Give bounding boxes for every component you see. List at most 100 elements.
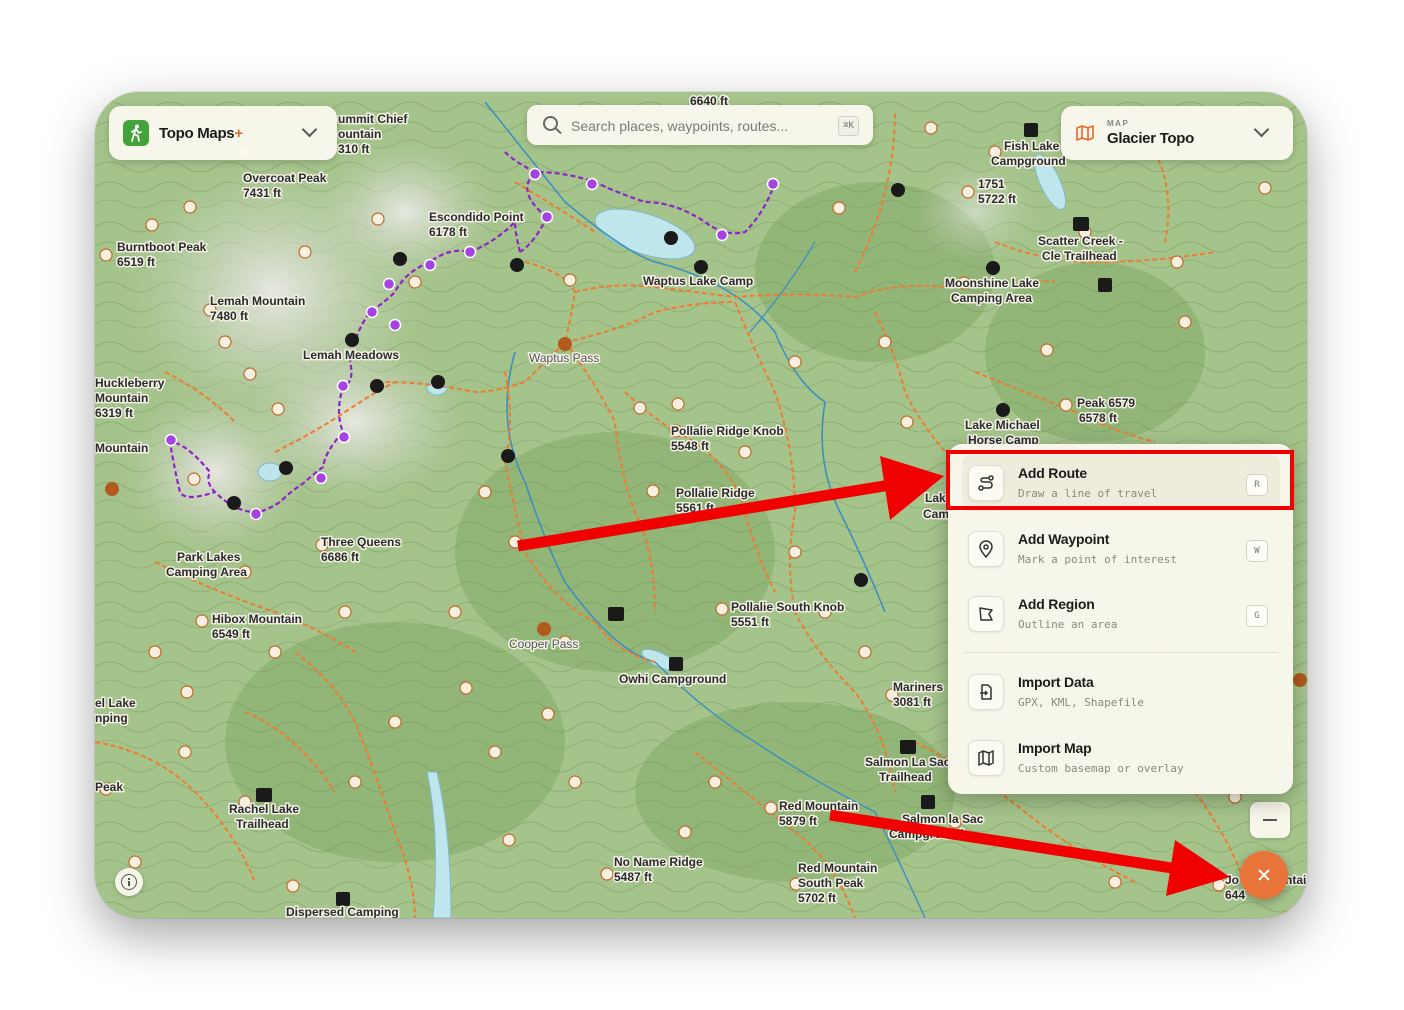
svg-text:6686 ft: 6686 ft — [321, 550, 359, 564]
svg-text:6178 ft: 6178 ft — [429, 225, 467, 239]
svg-text:ntai: ntai — [1285, 873, 1306, 887]
svg-text:Mountain: Mountain — [95, 441, 148, 455]
search-input[interactable] — [569, 114, 823, 138]
svg-text:ummit Chief: ummit Chief — [338, 112, 408, 126]
svg-text:5551 ft: 5551 ft — [731, 615, 769, 629]
menu-item-subtitle: GPX, KML, Shapefile — [1018, 696, 1144, 709]
svg-text:Camping Area: Camping Area — [951, 291, 1032, 305]
svg-text:Moonshine Lake: Moonshine Lake — [945, 276, 1039, 290]
svg-text:3081 ft: 3081 ft — [893, 695, 931, 709]
svg-text:Salmon la Sac: Salmon la Sac — [902, 812, 984, 826]
svg-text:Dispersed Camping: Dispersed Camping — [286, 905, 399, 918]
chevron-down-icon — [301, 121, 318, 138]
menu-item-subtitle: Outline an area — [1018, 618, 1118, 631]
svg-text:Scatter Creek -: Scatter Creek - — [1038, 234, 1123, 248]
menu-item-subtitle: Mark a point of interest — [1018, 553, 1177, 566]
shortcut-key: G — [1246, 605, 1268, 627]
svg-text:Mariners: Mariners — [893, 680, 943, 694]
svg-text:Camping Area: Camping Area — [166, 565, 247, 579]
svg-text:5879 ft: 5879 ft — [779, 814, 817, 828]
svg-text:Peak 6579: Peak 6579 — [1077, 396, 1135, 410]
svg-text:6578 ft: 6578 ft — [1079, 411, 1117, 425]
svg-text:Cle Trailhead: Cle Trailhead — [1042, 249, 1117, 263]
svg-text:Lak: Lak — [925, 491, 946, 505]
svg-text:Jo: Jo — [1225, 873, 1239, 887]
app-plus-badge: + — [234, 125, 243, 142]
pin-icon — [968, 531, 1004, 567]
svg-text:Huckleberry: Huckleberry — [95, 376, 165, 390]
svg-text:No Name Ridge: No Name Ridge — [614, 855, 703, 869]
svg-text:6319 ft: 6319 ft — [95, 406, 133, 420]
map-icon — [968, 740, 1004, 776]
svg-text:Waptus Pass: Waptus Pass — [529, 351, 599, 365]
map-icon — [1076, 125, 1094, 141]
svg-text:310 ft: 310 ft — [338, 142, 369, 156]
svg-text:Overcoat Peak: Overcoat Peak — [243, 171, 327, 185]
menu-item-label: Add Waypoint — [1018, 531, 1110, 547]
menu-item-import-data[interactable]: Import Data GPX, KML, Shapefile — [962, 664, 1280, 720]
svg-text:6549 ft: 6549 ft — [212, 627, 250, 641]
svg-text:Red Mountain: Red Mountain — [798, 861, 877, 875]
svg-text:Cooper Pass: Cooper Pass — [509, 637, 578, 651]
menu-item-import-map[interactable]: Import Map Custom basemap or overlay — [962, 730, 1280, 786]
svg-text:Lemah Meadows: Lemah Meadows — [303, 348, 399, 362]
svg-text:5487 ft: 5487 ft — [614, 870, 652, 884]
svg-text:Red Mountain: Red Mountain — [779, 799, 858, 813]
svg-text:7480 ft: 7480 ft — [210, 309, 248, 323]
svg-text:Owhi Campground: Owhi Campground — [619, 672, 726, 686]
chevron-down-icon — [1253, 121, 1270, 138]
import-icon — [968, 674, 1004, 710]
close-add-menu-button[interactable] — [1240, 851, 1288, 899]
svg-text:7431 ft: 7431 ft — [243, 186, 281, 200]
map-style-selector[interactable]: MAP Glacier Topo — [1061, 106, 1293, 160]
shortcut-key: W — [1246, 540, 1268, 562]
app-name: Topo Maps+ — [159, 125, 243, 142]
menu-item-add-waypoint[interactable]: Add Waypoint Mark a point of interest W — [962, 521, 1280, 577]
svg-text:ountain: ountain — [338, 127, 381, 141]
svg-text:Burntboot Peak: Burntboot Peak — [117, 240, 207, 254]
svg-text:Lake Michael: Lake Michael — [965, 418, 1040, 432]
app-switcher[interactable]: Topo Maps+ — [109, 106, 337, 160]
svg-text:South Peak: South Peak — [798, 876, 864, 890]
svg-text:Fish Lake: Fish Lake — [1004, 139, 1060, 153]
svg-text:Pollalie Ridge Knob: Pollalie Ridge Knob — [671, 424, 784, 438]
svg-text:Rachel Lake: Rachel Lake — [229, 802, 299, 816]
search-icon — [543, 116, 558, 131]
region-icon — [968, 596, 1004, 632]
info-button[interactable] — [115, 868, 143, 896]
svg-text:Pollalie Ridge: Pollalie Ridge — [676, 486, 755, 500]
svg-text:Lemah Mountain: Lemah Mountain — [210, 294, 305, 308]
svg-text:el Lake: el Lake — [95, 696, 136, 710]
menu-item-label: Import Map — [1018, 740, 1092, 756]
svg-text:644: 644 — [1225, 888, 1245, 902]
map-selector-value: Glacier Topo — [1107, 130, 1194, 147]
svg-text:5722 ft: 5722 ft — [978, 192, 1016, 206]
svg-text:Hibox Mountain: Hibox Mountain — [212, 612, 302, 626]
menu-divider — [964, 652, 1278, 653]
menu-item-subtitle: Custom basemap or overlay — [1018, 762, 1184, 775]
search-shortcut-badge: ⌘K — [838, 116, 859, 136]
info-icon — [121, 874, 137, 890]
svg-text:Campground: Campground — [889, 827, 964, 841]
svg-text:nping: nping — [95, 711, 128, 725]
menu-item-label: Add Region — [1018, 596, 1095, 612]
svg-text:Waptus Lake Camp: Waptus Lake Camp — [643, 274, 753, 288]
highlight-box — [946, 450, 1294, 510]
search-bar[interactable]: ⌘K — [527, 105, 873, 145]
svg-text:Trailhead: Trailhead — [879, 770, 932, 784]
menu-item-label: Import Data — [1018, 674, 1094, 690]
svg-text:5548 ft: 5548 ft — [671, 439, 709, 453]
svg-text:5561 ft: 5561 ft — [676, 501, 714, 515]
map-selector-caption: MAP — [1107, 119, 1130, 128]
svg-text:Salmon La Sac: Salmon La Sac — [865, 755, 951, 769]
menu-item-add-region[interactable]: Add Region Outline an area G — [962, 586, 1280, 642]
svg-text:1751: 1751 — [978, 177, 1005, 191]
svg-text:Escondido Point: Escondido Point — [429, 210, 524, 224]
hiker-icon — [123, 120, 149, 146]
svg-text:5702 ft: 5702 ft — [798, 891, 836, 905]
svg-text:Peak: Peak — [95, 780, 123, 794]
svg-text:Park Lakes: Park Lakes — [177, 550, 241, 564]
zoom-out-button[interactable] — [1250, 802, 1290, 838]
svg-text:Pollalie South Knob: Pollalie South Knob — [731, 600, 844, 614]
svg-text:Campground: Campground — [991, 154, 1066, 168]
